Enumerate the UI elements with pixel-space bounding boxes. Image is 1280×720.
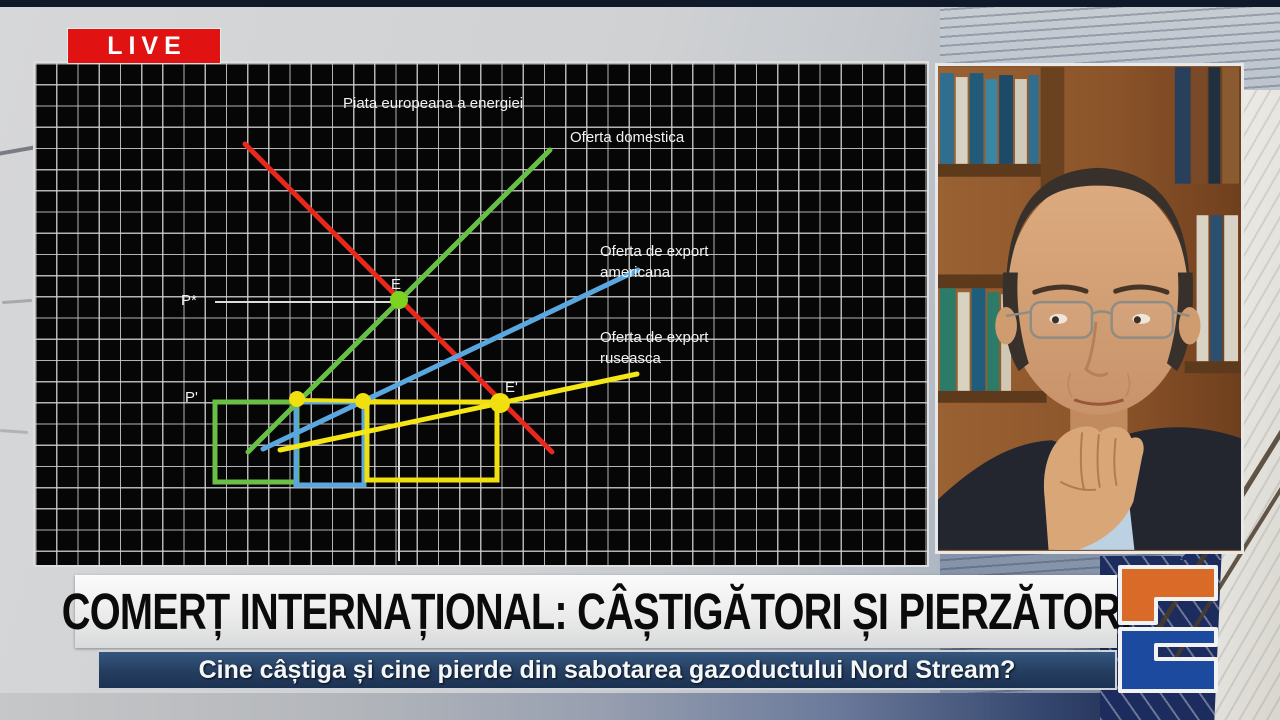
headline-banner: COMERȚ INTERNAȚIONAL: CÂȘTIGĂTORI ȘI PIE… — [75, 575, 1117, 648]
background-water-bottom — [0, 693, 1160, 720]
yellow-import-box — [367, 402, 497, 480]
trade-point-us — [355, 393, 371, 409]
speaker-portrait — [938, 66, 1241, 551]
logo-top-shape — [1120, 567, 1216, 623]
energy-market-diagram: Piata europeana a energiei Oferta domest… — [33, 61, 929, 567]
top-edge-strip — [0, 0, 1280, 7]
label-trade-equilibrium: E' — [505, 377, 518, 398]
subheadline-banner: Cine câștiga și cine pierde din sabotare… — [97, 650, 1117, 690]
subheadline-text: Cine câștiga și cine pierde din sabotare… — [199, 656, 1016, 685]
live-badge: LIVE — [68, 29, 220, 63]
label-trade-price: P' — [185, 387, 198, 408]
trade-point-domestic — [289, 391, 305, 407]
logo-bottom-shape — [1120, 629, 1216, 691]
ru-export-supply-curve — [280, 374, 637, 450]
label-autarky-price: P* — [181, 290, 197, 311]
label-ru-export-supply: Oferta de export ruseasca — [600, 327, 708, 369]
tv-frame: LIVE Piata europeana a energiei Oferta d… — [0, 0, 1280, 720]
label-us-export-supply: Oferta de export americana — [600, 241, 708, 283]
diagram-title: Piata europeana a energiei — [343, 93, 523, 114]
speaker-panel — [935, 63, 1244, 554]
label-domestic-supply: Oferta domestica — [570, 127, 684, 148]
live-badge-label: LIVE — [101, 32, 187, 61]
us-export-supply-curve — [263, 270, 638, 449]
diagram-canvas — [35, 63, 927, 565]
channel-logo — [1116, 563, 1220, 695]
headline-text: COMERȚ INTERNAȚIONAL: CÂȘTIGĂTORI ȘI PIE… — [61, 582, 1130, 641]
label-equilibrium: E — [391, 274, 401, 295]
